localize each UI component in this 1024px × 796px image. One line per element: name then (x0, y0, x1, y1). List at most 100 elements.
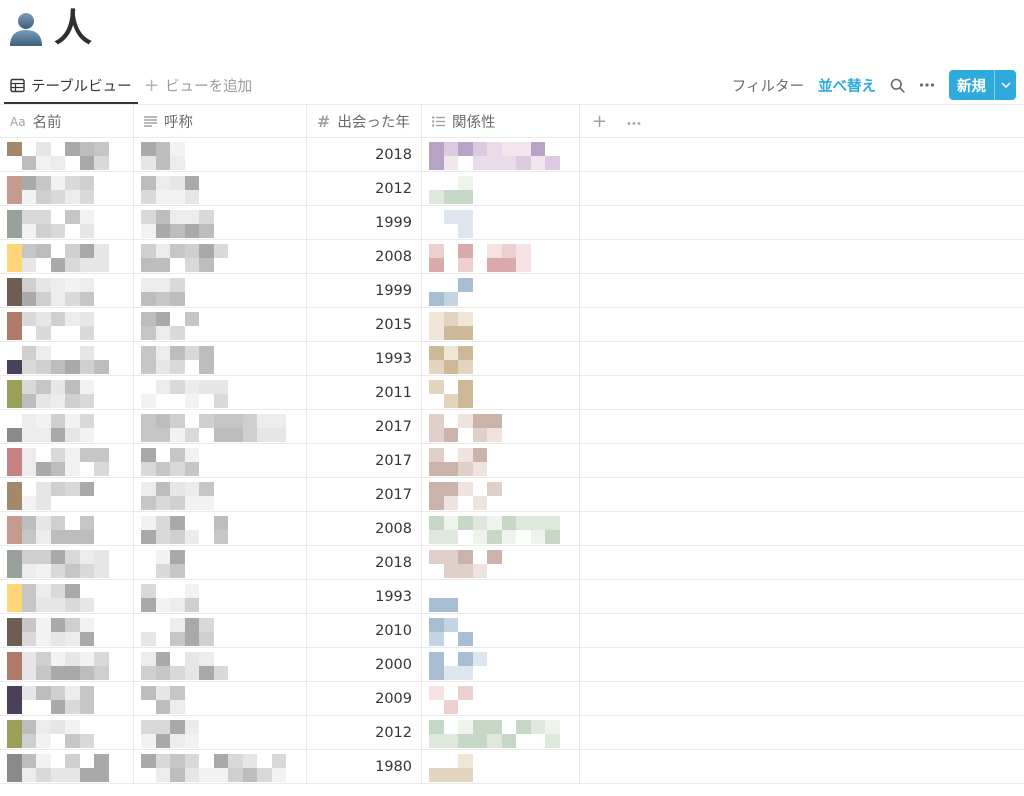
cell-year-met[interactable]: 2012 (307, 716, 422, 749)
cell-relationship[interactable] (422, 682, 580, 715)
cell-year-met[interactable]: 1999 (307, 206, 422, 239)
table-row[interactable]: 2018 (0, 138, 1024, 172)
cell-relationship[interactable] (422, 716, 580, 749)
table-row[interactable]: 2017 (0, 444, 1024, 478)
table-row[interactable]: 1980 (0, 750, 1024, 784)
search-icon[interactable] (890, 78, 905, 93)
cell-relationship[interactable] (422, 546, 580, 579)
cell-year-met[interactable]: 2018 (307, 546, 422, 579)
cell-nickname[interactable] (134, 546, 307, 579)
cell-relationship[interactable] (422, 206, 580, 239)
cell-year-met[interactable]: 2017 (307, 478, 422, 511)
more-options-icon[interactable] (627, 114, 641, 130)
column-header-relationship[interactable]: 関係性 (422, 105, 580, 138)
chevron-down-icon[interactable] (994, 70, 1016, 100)
table-row[interactable]: 2000 (0, 648, 1024, 682)
column-header-year-met[interactable]: # 出会った年 (307, 105, 422, 138)
cell-nickname[interactable] (134, 206, 307, 239)
cell-nickname[interactable] (134, 172, 307, 205)
table-row[interactable]: 2017 (0, 410, 1024, 444)
table-row[interactable]: 1993 (0, 580, 1024, 614)
cell-year-met[interactable]: 2018 (307, 138, 422, 171)
cell-name[interactable] (0, 410, 134, 443)
cell-year-met[interactable]: 2010 (307, 614, 422, 647)
cell-relationship[interactable] (422, 444, 580, 477)
cell-year-met[interactable]: 2011 (307, 376, 422, 409)
cell-relationship[interactable] (422, 512, 580, 545)
table-row[interactable]: 2011 (0, 376, 1024, 410)
cell-relationship[interactable] (422, 240, 580, 273)
table-row[interactable]: 2008 (0, 512, 1024, 546)
cell-name[interactable] (0, 308, 134, 341)
cell-name[interactable] (0, 444, 134, 477)
add-view-button[interactable]: + ビューを追加 (144, 68, 252, 102)
cell-year-met[interactable]: 1980 (307, 750, 422, 783)
table-row[interactable]: 2008 (0, 240, 1024, 274)
cell-relationship[interactable] (422, 648, 580, 681)
person-silhouette-icon[interactable] (6, 8, 46, 48)
cell-relationship[interactable] (422, 308, 580, 341)
new-button[interactable]: 新規 (949, 70, 1016, 100)
cell-year-met[interactable]: 2017 (307, 410, 422, 443)
cell-year-met[interactable]: 1993 (307, 580, 422, 613)
cell-nickname[interactable] (134, 410, 307, 443)
table-row[interactable]: 1993 (0, 342, 1024, 376)
more-options-icon[interactable] (919, 82, 935, 88)
tab-table-view[interactable]: テーブルビュー (4, 68, 138, 104)
column-header-nickname[interactable]: 呼称 (134, 105, 307, 138)
cell-year-met[interactable]: 2015 (307, 308, 422, 341)
cell-nickname[interactable] (134, 750, 307, 783)
cell-nickname[interactable] (134, 512, 307, 545)
table-row[interactable]: 1999 (0, 206, 1024, 240)
cell-relationship[interactable] (422, 750, 580, 783)
sort-button[interactable]: 並べ替え (818, 75, 876, 96)
cell-relationship[interactable] (422, 274, 580, 307)
cell-nickname[interactable] (134, 716, 307, 749)
cell-name[interactable] (0, 376, 134, 409)
table-row[interactable]: 2012 (0, 172, 1024, 206)
cell-name[interactable] (0, 274, 134, 307)
cell-name[interactable] (0, 716, 134, 749)
cell-year-met[interactable]: 2008 (307, 512, 422, 545)
table-row[interactable]: 1999 (0, 274, 1024, 308)
add-property-icon[interactable]: + (592, 111, 607, 132)
cell-name[interactable] (0, 138, 134, 171)
cell-year-met[interactable]: 2008 (307, 240, 422, 273)
cell-name[interactable] (0, 682, 134, 715)
cell-nickname[interactable] (134, 274, 307, 307)
cell-nickname[interactable] (134, 478, 307, 511)
cell-relationship[interactable] (422, 172, 580, 205)
cell-relationship[interactable] (422, 580, 580, 613)
new-button-label[interactable]: 新規 (949, 70, 994, 100)
cell-relationship[interactable] (422, 614, 580, 647)
cell-name[interactable] (0, 512, 134, 545)
table-row[interactable]: 2009 (0, 682, 1024, 716)
table-row[interactable]: 2010 (0, 614, 1024, 648)
cell-nickname[interactable] (134, 342, 307, 375)
table-row[interactable]: 2018 (0, 546, 1024, 580)
cell-name[interactable] (0, 580, 134, 613)
cell-year-met[interactable]: 1999 (307, 274, 422, 307)
cell-relationship[interactable] (422, 376, 580, 409)
cell-year-met[interactable]: 2009 (307, 682, 422, 715)
cell-nickname[interactable] (134, 444, 307, 477)
cell-year-met[interactable]: 2017 (307, 444, 422, 477)
cell-nickname[interactable] (134, 376, 307, 409)
cell-year-met[interactable]: 1993 (307, 342, 422, 375)
page-title[interactable]: 人 (54, 6, 92, 50)
cell-nickname[interactable] (134, 138, 307, 171)
table-row[interactable]: 2012 (0, 716, 1024, 750)
cell-relationship[interactable] (422, 138, 580, 171)
cell-nickname[interactable] (134, 614, 307, 647)
cell-name[interactable] (0, 240, 134, 273)
cell-nickname[interactable] (134, 580, 307, 613)
cell-nickname[interactable] (134, 648, 307, 681)
cell-nickname[interactable] (134, 682, 307, 715)
cell-name[interactable] (0, 750, 134, 783)
cell-name[interactable] (0, 648, 134, 681)
table-row[interactable]: 2015 (0, 308, 1024, 342)
cell-relationship[interactable] (422, 342, 580, 375)
cell-name[interactable] (0, 342, 134, 375)
filter-button[interactable]: フィルター (732, 75, 804, 96)
cell-year-met[interactable]: 2012 (307, 172, 422, 205)
